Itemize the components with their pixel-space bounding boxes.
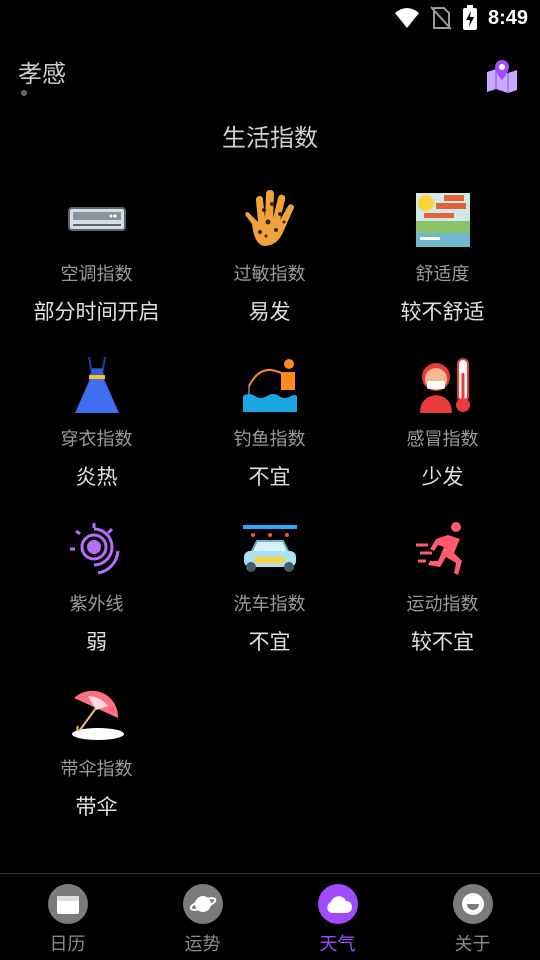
comfort-scene-icon (415, 193, 470, 247)
car-wash-icon (242, 525, 297, 572)
planet-icon (182, 884, 223, 924)
index-label: 紫外线 (69, 594, 124, 615)
index-label: 舒适度 (415, 264, 470, 285)
tab-label: 运势 (184, 934, 221, 955)
cloud-icon (317, 884, 358, 924)
cold-thermometer-icon (419, 358, 470, 413)
bottom-nav: 日历 运势 天气 关于 (0, 873, 540, 960)
index-card-cold[interactable]: 感冒指数 少发 (356, 353, 529, 518)
index-label: 穿衣指数 (60, 429, 133, 450)
index-label: 过敏指数 (233, 264, 306, 285)
status-icons: 8:49 (394, 4, 528, 32)
index-label: 钓鱼指数 (233, 429, 306, 450)
tab-weather[interactable]: 天气 (270, 874, 405, 960)
life-index-grid: 空调指数 部分时间开启 过敏指数 易发 舒适度 较不舒适 穿衣指数 炎热 钓鱼指… (10, 188, 530, 848)
index-card-car-wash[interactable]: 洗车指数 不宜 (183, 518, 356, 683)
umbrella-icon (71, 690, 124, 740)
tab-label: 日历 (49, 934, 86, 955)
index-value: 弱 (86, 630, 107, 654)
index-value: 部分时间开启 (33, 300, 160, 324)
map-location-icon[interactable] (484, 58, 520, 94)
status-time: 8:49 (487, 6, 528, 29)
dress-icon (74, 356, 119, 413)
page-indicator (21, 90, 27, 96)
index-value: 炎热 (75, 465, 118, 489)
about-icon (452, 884, 493, 924)
index-label: 带伞指数 (60, 759, 133, 780)
index-card-comfort[interactable]: 舒适度 较不舒适 (356, 188, 529, 353)
index-value: 不宜 (248, 465, 291, 489)
tab-fortune[interactable]: 运势 (135, 874, 270, 960)
index-card-air-conditioner[interactable]: 空调指数 部分时间开启 (10, 188, 183, 353)
allergy-hand-icon (244, 190, 294, 246)
index-card-allergy[interactable]: 过敏指数 易发 (183, 188, 356, 353)
calendar-icon (47, 884, 88, 924)
tab-label: 关于 (454, 934, 491, 955)
index-card-uv[interactable]: 紫外线 弱 (10, 518, 183, 683)
index-card-sports[interactable]: 运动指数 较不宜 (356, 518, 529, 683)
index-value: 不宜 (248, 630, 291, 654)
status-bar: 8:49 (0, 0, 540, 36)
index-label: 空调指数 (60, 264, 133, 285)
air-conditioner-icon (67, 207, 126, 231)
city-name[interactable]: 孝感 (18, 54, 66, 89)
no-sim-icon (430, 6, 452, 30)
index-card-fishing[interactable]: 钓鱼指数 不宜 (183, 353, 356, 518)
index-label: 洗车指数 (233, 594, 306, 615)
index-card-dressing[interactable]: 穿衣指数 炎热 (10, 353, 183, 518)
index-value: 易发 (248, 300, 291, 324)
wifi-icon (394, 8, 419, 28)
header: 孝感 (0, 54, 540, 100)
tab-calendar[interactable]: 日历 (0, 874, 135, 960)
fishing-icon (242, 359, 297, 412)
section-title: 生活指数 (222, 124, 318, 152)
index-card-umbrella[interactable]: 带伞指数 带伞 (10, 683, 183, 848)
battery-charging-icon (462, 5, 477, 30)
tab-label: 天气 (319, 934, 356, 955)
index-label: 运动指数 (406, 594, 479, 615)
index-label: 感冒指数 (406, 429, 479, 450)
index-value: 少发 (421, 465, 464, 489)
uv-icon (69, 523, 119, 575)
running-icon (415, 522, 462, 575)
index-value: 较不舒适 (400, 300, 485, 324)
index-value: 较不宜 (411, 630, 474, 654)
index-value: 带伞 (75, 795, 118, 819)
tab-about[interactable]: 关于 (405, 874, 540, 960)
